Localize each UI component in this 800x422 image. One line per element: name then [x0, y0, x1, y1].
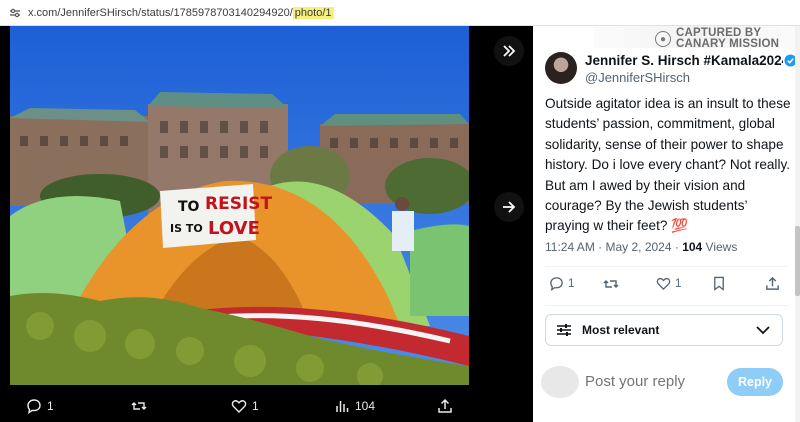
reply-composer: Reply: [533, 363, 800, 403]
author-display-name[interactable]: Jennifer S. Hirsch #Kamala2024: [585, 53, 783, 68]
expand-panel-button[interactable]: [494, 36, 524, 66]
media-repost-button[interactable]: [131, 398, 152, 414]
author-avatar[interactable]: [545, 52, 577, 84]
chevron-down-icon: [756, 326, 770, 335]
repost-button[interactable]: [603, 276, 623, 292]
svg-text:TO: TO: [178, 199, 200, 215]
tweet-meta: 11:24 AM · May 2, 2024 · 104 Views: [545, 240, 737, 254]
reply-count: 1: [568, 277, 575, 290]
canary-logo-icon: ●: [655, 31, 671, 47]
sliders-icon: [557, 324, 571, 336]
scrollbar[interactable]: [795, 26, 800, 422]
svg-text:LOVE: LOVE: [208, 218, 260, 239]
reply-button[interactable]: 1: [549, 276, 574, 291]
share-button[interactable]: [765, 276, 784, 291]
reply-submit-button[interactable]: Reply: [727, 368, 783, 396]
tweet-timestamp[interactable]: 11:24 AM · May 2, 2024 ·: [545, 240, 682, 254]
media-action-bar: 1 1 104: [0, 395, 533, 422]
media-reply-button[interactable]: 1: [26, 398, 54, 414]
url-highlight: photo/1: [292, 6, 334, 19]
tweet-photo[interactable]: TO RESIST IS TO LOVE: [10, 26, 469, 385]
url-text: x.com/JenniferSHirsch/status/17859787031…: [28, 6, 334, 19]
media-views-button[interactable]: 104: [334, 398, 375, 414]
tweet-text: Outside agitator idea is an insult to th…: [545, 96, 791, 234]
reply-icon: [550, 277, 563, 291]
watermark-line2: CANARY MISSION: [676, 38, 780, 50]
media-viewer: TO RESIST IS TO LOVE 1 1 104: [0, 26, 533, 422]
tweet-action-bar: 1 1: [533, 276, 800, 298]
heart-icon: [231, 400, 247, 413]
svg-text:IS TO: IS TO: [170, 222, 203, 235]
arrow-right-icon: [503, 201, 516, 213]
canary-mission-watermark: ● CAPTURED BY CANARY MISSION: [655, 27, 795, 51]
views-chart-icon: [336, 401, 349, 412]
heart-icon: [656, 277, 671, 291]
repost-icon: [603, 280, 619, 288]
repost-icon: [131, 402, 147, 410]
like-button[interactable]: 1: [656, 276, 681, 291]
share-icon: [438, 398, 452, 413]
tweet-views-count: 104: [682, 240, 703, 254]
bookmark-icon: [714, 276, 724, 291]
media-views-count: 104: [355, 399, 376, 413]
scrollbar-thumb[interactable]: [795, 226, 800, 296]
like-count: 1: [675, 277, 682, 290]
bookmark-button[interactable]: [712, 276, 730, 291]
divider: [545, 305, 788, 306]
media-reply-count: 1: [47, 399, 54, 413]
url-path: x.com/JenniferSHirsch/status/17859787031…: [28, 6, 293, 19]
reply-input[interactable]: [585, 373, 715, 390]
share-icon: [766, 276, 779, 290]
reply-icon: [27, 399, 41, 414]
svg-text:RESIST: RESIST: [205, 194, 273, 214]
divider: [545, 266, 788, 267]
sort-replies-dropdown[interactable]: Most relevant: [545, 314, 783, 346]
tweet-detail-panel: ● CAPTURED BY CANARY MISSION Jennifer S.…: [533, 26, 800, 422]
address-bar[interactable]: x.com/JenniferSHirsch/status/17859787031…: [0, 0, 800, 26]
tweet-views-label: Views: [702, 240, 738, 254]
site-settings-icon[interactable]: [8, 6, 22, 20]
next-image-button[interactable]: [494, 192, 524, 222]
double-chevron-right-icon: [503, 45, 516, 57]
media-like-count: 1: [252, 399, 259, 413]
media-share-button[interactable]: [437, 398, 458, 414]
user-avatar: [541, 366, 579, 398]
author-handle[interactable]: @JenniferSHirsch: [585, 70, 690, 85]
display-name-text: Jennifer S. Hirsch #Kamala2024: [585, 53, 783, 68]
media-like-button[interactable]: 1: [231, 398, 259, 414]
sort-label: Most relevant: [582, 323, 660, 337]
